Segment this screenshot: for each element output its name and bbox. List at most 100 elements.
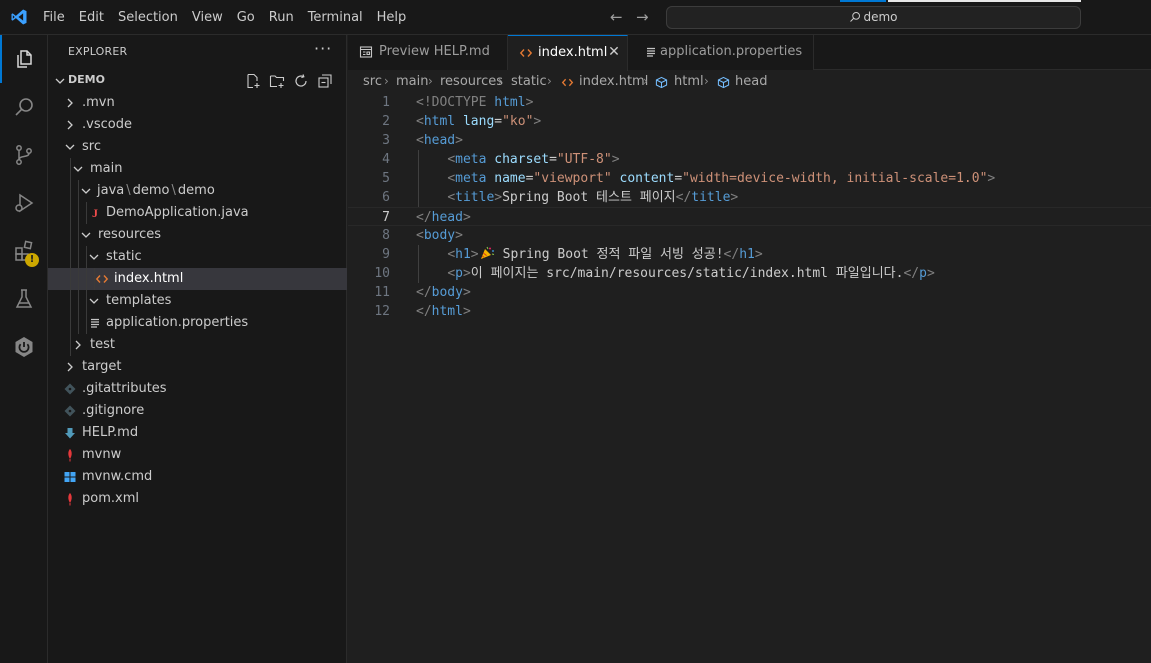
tree-item-label: main <box>90 161 123 176</box>
tree-item-main[interactable]: main <box>48 158 347 180</box>
indent-guide <box>78 202 79 224</box>
tree-item-label: src <box>82 139 101 154</box>
tree-item-pom-xml[interactable]: pom.xml <box>48 488 347 510</box>
tree-item-label: resources <box>98 227 162 242</box>
tree-item-target[interactable]: target <box>48 356 347 378</box>
chevron-down-icon <box>55 78 65 84</box>
tab-label: application.properties <box>660 44 803 59</box>
source-control-activity[interactable] <box>0 131 48 179</box>
indent-guide <box>78 312 79 334</box>
new-folder-icon[interactable] <box>269 73 285 89</box>
indent-guide <box>70 202 71 224</box>
close-icon[interactable]: ✕ <box>606 44 622 60</box>
chevron-right-icon: › <box>547 74 552 88</box>
tree-item-vscode[interactable]: .vscode <box>48 114 347 136</box>
explorer-activity[interactable] <box>0 35 48 83</box>
menu-run[interactable]: Run <box>262 0 301 35</box>
line-number: 3 <box>382 133 390 148</box>
tree-item-static[interactable]: static <box>48 246 347 268</box>
tree-item-demo-application[interactable]: J DemoApplication.java <box>48 202 347 224</box>
tree-item-templates[interactable]: templates <box>48 290 347 312</box>
tab-label: Preview HELP.md <box>379 44 490 59</box>
menu-go[interactable]: Go <box>230 0 262 35</box>
line-content: <body> <box>416 228 463 243</box>
menu-file[interactable]: File <box>36 0 72 35</box>
tree-item-test[interactable]: test <box>48 334 347 356</box>
indent-guide <box>86 268 87 290</box>
breadcrumb-item[interactable]: src <box>363 74 382 89</box>
line-number: 7 <box>382 210 390 225</box>
tree-item-label: static <box>106 249 142 264</box>
tree-item-application-properties[interactable]: application.properties <box>48 312 347 334</box>
breadcrumb-item[interactable]: static <box>511 74 547 89</box>
tree-item-gitattributes[interactable]: .gitattributes <box>48 378 347 400</box>
tree-item-mvn[interactable]: .mvn <box>48 92 347 114</box>
line-number: 4 <box>382 152 390 167</box>
command-center-text: demo <box>863 10 898 24</box>
workspace-folder-header[interactable]: DEMO <box>48 70 347 92</box>
token-string: "viewport" <box>533 171 612 186</box>
tree-item-help-md[interactable]: HELP.md <box>48 422 347 444</box>
breadcrumb-item[interactable]: index.html <box>579 74 648 89</box>
collapse-all-icon[interactable] <box>317 73 333 89</box>
tree-item-gitignore[interactable]: .gitignore <box>48 400 347 422</box>
source-control-icon <box>16 145 32 165</box>
breadcrumb-item[interactable]: resources <box>440 74 503 89</box>
indent-guide <box>70 268 71 290</box>
tree-item-resources[interactable]: resources <box>48 224 347 246</box>
token-text: Spring Boot 테스트 페이지 <box>502 190 676 205</box>
refresh-icon[interactable] <box>293 73 309 89</box>
code-line: 4 <meta charset="UTF-8"> <box>348 150 1151 169</box>
chevron-right-icon <box>67 362 73 372</box>
breadcrumb-item[interactable]: html <box>674 74 704 89</box>
search-icon <box>15 98 33 116</box>
properties-file-icon <box>647 47 655 57</box>
tab-application-properties[interactable]: application.properties <box>628 35 814 70</box>
menu-help[interactable]: Help <box>370 0 414 35</box>
more-actions-icon[interactable]: ··· <box>314 39 332 58</box>
token-tag: h1 <box>739 247 755 262</box>
line-content: </html> <box>416 304 471 319</box>
tab-preview-help-md[interactable]: Preview HELP.md <box>348 35 508 70</box>
party-popper-icon <box>480 246 494 259</box>
menu-view[interactable]: View <box>185 0 230 35</box>
arrow-right-icon[interactable]: → <box>636 6 649 28</box>
properties-file-icon <box>91 318 99 328</box>
token-tag: body <box>423 228 456 243</box>
command-center-search[interactable]: demo <box>666 6 1081 29</box>
tree-item-src[interactable]: src <box>48 136 347 158</box>
token-keyword: html <box>486 95 526 110</box>
chevron-right-icon: › <box>643 74 648 88</box>
tab-index-html[interactable]: index.html ✕ <box>508 35 628 71</box>
tree-item-label: target <box>82 359 122 374</box>
menu-edit[interactable]: Edit <box>72 0 111 35</box>
tree-item-label: test <box>90 337 115 352</box>
breadcrumb-item[interactable]: head <box>735 74 767 89</box>
tree-item-mvnw-cmd[interactable]: mvnw.cmd <box>48 466 347 488</box>
line-content: <title>Spring Boot 테스트 페이지</title> <box>447 190 739 205</box>
tree-item-mvnw[interactable]: mvnw <box>48 444 347 466</box>
chevron-down-icon <box>65 144 75 150</box>
run-debug-activity[interactable] <box>0 179 48 227</box>
code-line: 11 </body> <box>348 283 1151 302</box>
token-string: "ko" <box>502 114 534 129</box>
indent-guide <box>86 312 87 334</box>
breadcrumb-item[interactable]: main <box>396 74 428 89</box>
menu-terminal[interactable]: Terminal <box>301 0 370 35</box>
tree-item-label: .gitignore <box>82 403 145 418</box>
extensions-activity[interactable]: ! <box>0 227 48 275</box>
search-activity[interactable] <box>0 83 48 131</box>
tree-item-index-html[interactable]: index.html <box>48 268 347 290</box>
code-line: 9 <h1> Spring Boot 정적 파일 서빙 성공!</h1> <box>348 245 1151 264</box>
tree-item-java-package[interactable]: java \ demo \ demo <box>48 180 347 202</box>
indent-guide <box>78 180 79 202</box>
new-file-icon[interactable] <box>245 73 261 89</box>
code-editor[interactable]: 1 <!DOCTYPE html> 2 <html lang="ko"> 3 <… <box>348 93 1151 321</box>
chevron-right-icon: › <box>498 74 503 88</box>
spring-boot-activity[interactable] <box>0 323 48 371</box>
command-center-highlight <box>888 0 1081 2</box>
menu-selection[interactable]: Selection <box>111 0 185 35</box>
testing-activity[interactable] <box>0 275 48 323</box>
arrow-left-icon[interactable]: ← <box>610 6 623 28</box>
token-tag: p <box>919 266 927 281</box>
